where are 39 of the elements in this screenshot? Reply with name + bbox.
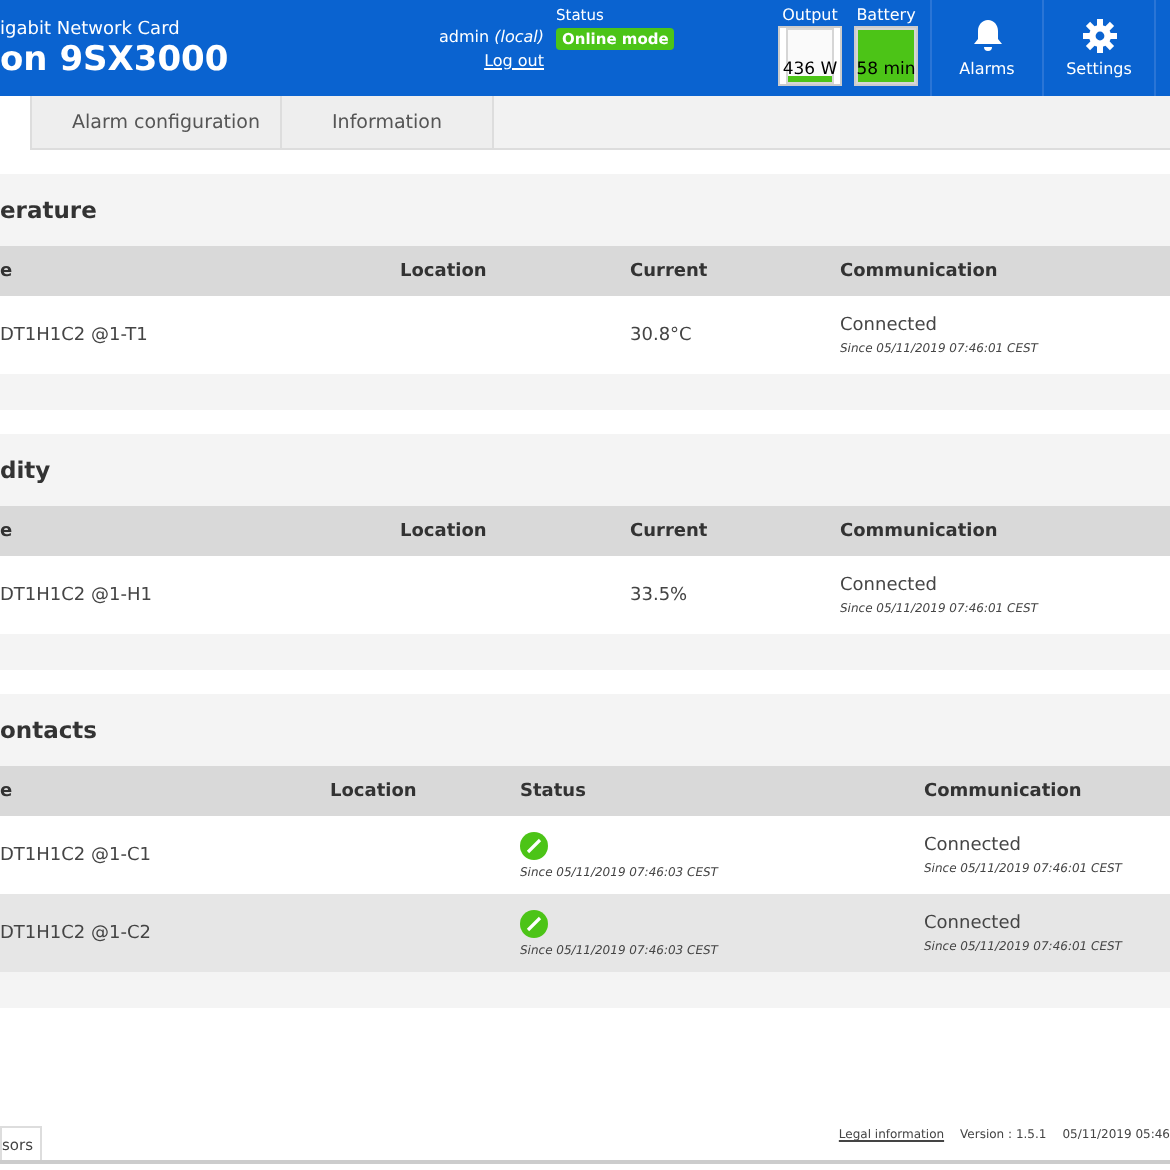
section-title: ontacts xyxy=(0,716,98,744)
column-header: e xyxy=(0,261,15,281)
column-header: Location xyxy=(400,521,489,541)
current-value: 30.8°C xyxy=(630,325,694,345)
user-name: admin (local) xyxy=(439,27,544,45)
check-status-icon xyxy=(520,831,548,859)
column-header: Location xyxy=(400,261,489,281)
column-header: e xyxy=(0,521,15,541)
column-header: Status xyxy=(520,781,588,801)
current-value: 33.5% xyxy=(630,585,690,605)
product-subtitle: igabit Network Card xyxy=(0,20,182,40)
product-title: on 9SX3000 xyxy=(0,40,231,80)
gauge-label: Battery xyxy=(856,4,916,26)
sensor-name: DT1H1C2 @1-T1 xyxy=(0,325,150,345)
tab[interactable]: Alarm configuration xyxy=(32,96,282,148)
section-title: erature xyxy=(0,196,97,224)
tab[interactable]: Information xyxy=(282,96,494,148)
communication-status: Connected xyxy=(840,575,939,595)
column-header: Communication xyxy=(840,521,1000,541)
column-header: Communication xyxy=(924,781,1084,801)
sensor-name: DT1H1C2 @1-C2 xyxy=(0,923,154,943)
gauge-value: 436 W xyxy=(780,60,840,80)
settings-icon xyxy=(1081,18,1117,54)
bell-icon xyxy=(969,18,1005,54)
gauge-label: Output xyxy=(782,4,838,26)
check-status-icon xyxy=(520,909,548,937)
communication-status: Connected xyxy=(924,913,1023,933)
column-header: Communication xyxy=(840,261,1000,281)
logout-link[interactable]: Log out xyxy=(484,51,544,69)
column-header: Current xyxy=(630,521,710,541)
sensor-name: DT1H1C2 @1-H1 xyxy=(0,585,154,605)
tab[interactable] xyxy=(0,96,32,150)
section-title: dity xyxy=(0,456,51,484)
communication-status: Connected xyxy=(840,315,939,335)
column-header: Location xyxy=(330,781,419,801)
communication-status: Connected xyxy=(924,835,1023,855)
column-header: e xyxy=(0,781,15,801)
column-header: Current xyxy=(630,261,710,281)
sensor-name: DT1H1C2 @1-C1 xyxy=(0,845,154,865)
